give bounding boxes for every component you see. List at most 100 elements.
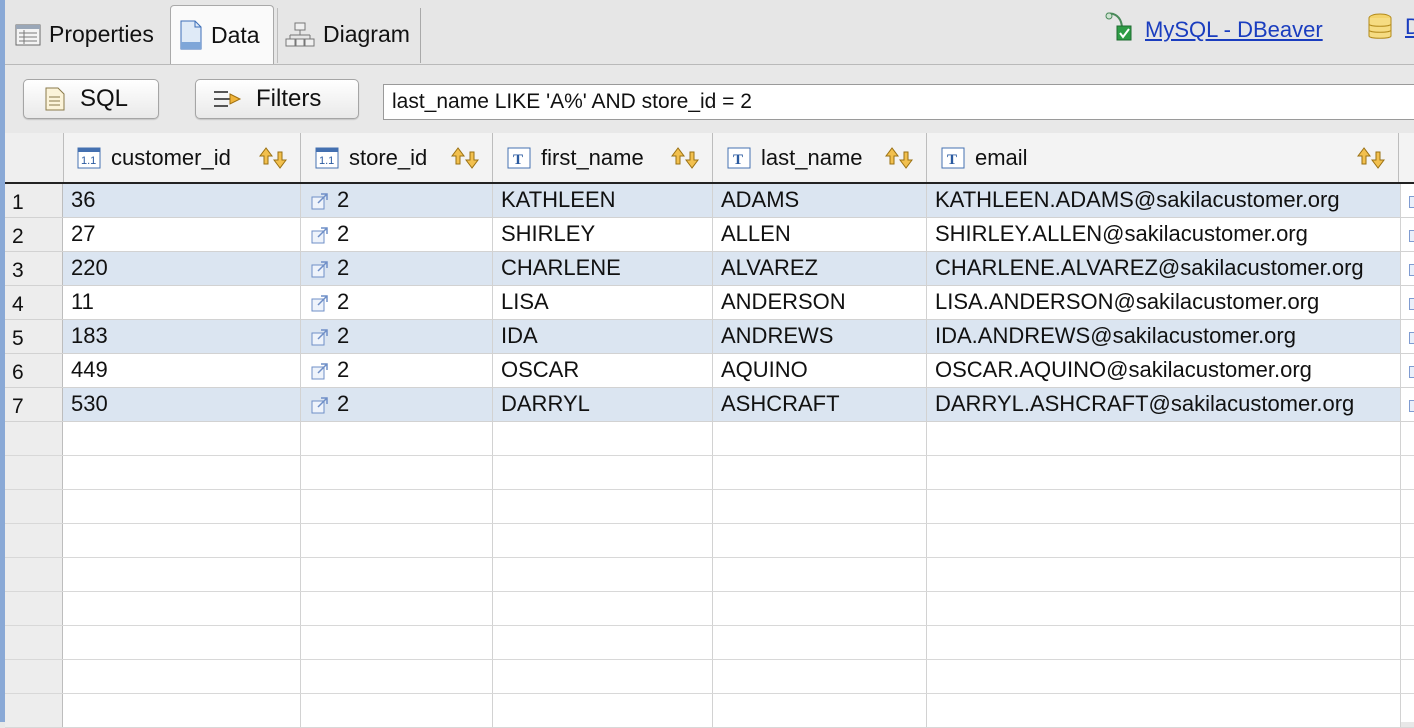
column-header-customer_id[interactable]: 1.1 customer_id <box>63 133 301 182</box>
table-row[interactable]: 5 183 2 IDA ANDREWS IDA.ANDREWS@sakilacustome… <box>5 320 1414 354</box>
sql-button[interactable]: SQL <box>23 79 159 119</box>
filters-button[interactable]: Filters <box>195 79 359 119</box>
column-name: first_name <box>541 144 644 170</box>
row-number[interactable]: 3 <box>5 252 63 285</box>
empty-cell <box>713 694 927 727</box>
table-row[interactable]: 7 530 2 DARRYL ASHCRAFT DARRYL.ASHCRAFT@sakil… <box>5 388 1414 422</box>
cell-customer_id[interactable]: 27 <box>63 218 301 251</box>
row-number[interactable]: 2 <box>5 218 63 251</box>
empty-cell <box>301 626 493 659</box>
cell-value: KATHLEEN <box>501 187 616 212</box>
sql-button-label: SQL <box>80 85 129 112</box>
sort-icon[interactable] <box>450 146 482 170</box>
cell-customer_id[interactable]: 449 <box>63 354 301 387</box>
foreign-key-link-icon[interactable] <box>311 260 329 278</box>
cell-value: 2 <box>337 391 350 416</box>
sort-icon[interactable] <box>258 146 290 170</box>
cell-customer_id[interactable]: 530 <box>63 388 301 421</box>
cell-value: OSCAR <box>501 357 580 382</box>
sort-icon[interactable] <box>884 146 916 170</box>
sort-icon[interactable] <box>670 146 702 170</box>
connection-status-icon <box>1103 10 1137 49</box>
cell-store_id[interactable]: 2 <box>301 286 493 319</box>
cell-last_name[interactable]: ASHCRAFT <box>713 388 927 421</box>
text-type-icon: T <box>507 147 531 169</box>
second-connection-link[interactable]: D <box>1405 14 1414 40</box>
row-number[interactable]: 4 <box>5 286 63 319</box>
empty-cell <box>63 660 301 693</box>
cell-last_name[interactable]: AQUINO <box>713 354 927 387</box>
cell-last_name[interactable]: ALVAREZ <box>713 252 927 285</box>
row-number[interactable]: 1 <box>5 184 63 217</box>
empty-cell <box>493 660 713 693</box>
table-row[interactable]: 3 220 2 CHARLENE ALVAREZ CHARLENE.ALVAREZ@sak… <box>5 252 1414 286</box>
cell-email[interactable]: SHIRLEY.ALLEN@sakilacustomer.org <box>927 218 1401 251</box>
table-row[interactable]: 2 27 2 SHIRLEY ALLEN SHIRLEY.ALLEN@sakilacust… <box>5 218 1414 252</box>
row-number[interactable]: 6 <box>5 354 63 387</box>
cell-customer_id[interactable]: 36 <box>63 184 301 217</box>
text-type-icon: T <box>727 147 751 169</box>
table-row[interactable]: 4 11 2 LISA ANDERSON LISA.ANDERSON@sakilacust… <box>5 286 1414 320</box>
empty-cell <box>63 626 301 659</box>
row-number <box>5 558 63 591</box>
foreign-key-link-icon[interactable] <box>311 294 329 312</box>
cell-customer_id[interactable]: 183 <box>63 320 301 353</box>
cell-value: LISA <box>501 289 549 314</box>
connection-indicator[interactable]: MySQL - DBeaver <box>1103 10 1323 49</box>
sort-icon[interactable] <box>1356 146 1388 170</box>
foreign-key-link-icon[interactable] <box>311 328 329 346</box>
foreign-key-link-icon[interactable] <box>311 226 329 244</box>
cell-email[interactable]: CHARLENE.ALVAREZ@sakilacustomer.org <box>927 252 1401 285</box>
cell-email[interactable]: OSCAR.AQUINO@sakilacustomer.org <box>927 354 1401 387</box>
cell-customer_id[interactable]: 220 <box>63 252 301 285</box>
row-number[interactable]: 7 <box>5 388 63 421</box>
empty-cell <box>927 626 1401 659</box>
cell-email[interactable]: LISA.ANDERSON@sakilacustomer.org <box>927 286 1401 319</box>
cell-first_name[interactable]: DARRYL <box>493 388 713 421</box>
table-row[interactable]: 1 36 2 KATHLEEN ADAMS KATHLEEN.ADAMS@sakilacu… <box>5 184 1414 218</box>
empty-cell <box>493 558 713 591</box>
tab-data[interactable]: Data <box>170 5 274 64</box>
foreign-key-link-icon[interactable] <box>311 396 329 414</box>
cell-first_name[interactable]: OSCAR <box>493 354 713 387</box>
cell-store_id[interactable]: 2 <box>301 320 493 353</box>
cell-last_name[interactable]: ANDREWS <box>713 320 927 353</box>
column-header-store_id[interactable]: 1.1 store_id <box>301 133 493 182</box>
overflow-column-edge <box>1401 320 1414 353</box>
column-header-first_name[interactable]: T first_name <box>493 133 713 182</box>
row-number[interactable]: 5 <box>5 320 63 353</box>
column-name: email <box>975 144 1028 170</box>
cell-first_name[interactable]: LISA <box>493 286 713 319</box>
foreign-key-link-icon[interactable] <box>311 362 329 380</box>
table-row[interactable]: 6 449 2 OSCAR AQUINO OSCAR.AQUINO@sakilacusto… <box>5 354 1414 388</box>
cell-email[interactable]: KATHLEEN.ADAMS@sakilacustomer.org <box>927 184 1401 217</box>
cell-first_name[interactable]: KATHLEEN <box>493 184 713 217</box>
empty-cell <box>63 456 301 489</box>
filter-input[interactable] <box>383 84 1414 120</box>
properties-icon <box>15 24 41 46</box>
cell-value: OSCAR.AQUINO@sakilacustomer.org <box>935 357 1312 382</box>
tab-properties[interactable]: Properties <box>15 6 154 63</box>
cell-email[interactable]: DARRYL.ASHCRAFT@sakilacustomer.org <box>927 388 1401 421</box>
connection-link[interactable]: MySQL - DBeaver <box>1145 17 1323 43</box>
tab-diagram[interactable]: Diagram <box>285 6 410 63</box>
results-grid: 1.1 customer_id 1.1 store_id T first_nam… <box>5 133 1414 728</box>
column-header-email[interactable]: T email <box>927 133 1399 182</box>
cell-customer_id[interactable]: 11 <box>63 286 301 319</box>
cell-last_name[interactable]: ALLEN <box>713 218 927 251</box>
cell-first_name[interactable]: IDA <box>493 320 713 353</box>
cell-last_name[interactable]: ANDERSON <box>713 286 927 319</box>
cell-store_id[interactable]: 2 <box>301 184 493 217</box>
cell-first_name[interactable]: CHARLENE <box>493 252 713 285</box>
cell-last_name[interactable]: ADAMS <box>713 184 927 217</box>
cell-store_id[interactable]: 2 <box>301 252 493 285</box>
cell-store_id[interactable]: 2 <box>301 354 493 387</box>
cell-store_id[interactable]: 2 <box>301 218 493 251</box>
cell-value: IDA <box>501 323 538 348</box>
cell-store_id[interactable]: 2 <box>301 388 493 421</box>
cell-first_name[interactable]: SHIRLEY <box>493 218 713 251</box>
cell-email[interactable]: IDA.ANDREWS@sakilacustomer.org <box>927 320 1401 353</box>
foreign-key-link-icon[interactable] <box>311 192 329 210</box>
cell-value: 220 <box>71 255 108 280</box>
column-header-last_name[interactable]: T last_name <box>713 133 927 182</box>
